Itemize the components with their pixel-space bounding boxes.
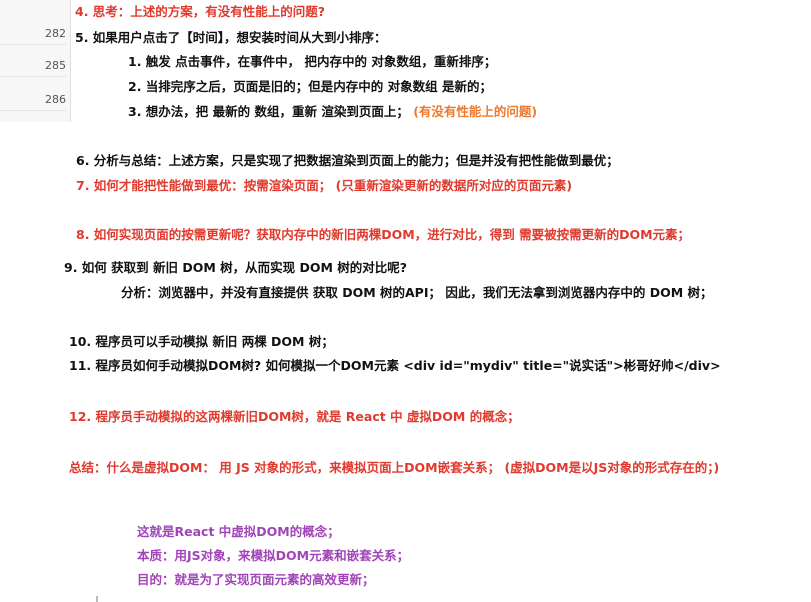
- note-line-11: 11. 程序员如何手动模拟DOM树? 如何模拟一个DOM元素 <div id="…: [69, 358, 721, 373]
- performance-question-highlight: (有没有性能上的问题): [413, 104, 538, 119]
- note-line-10: 10. 程序员可以手动模拟 新旧 两棵 DOM 树；: [69, 334, 334, 349]
- conclusion-line-3: 目的：就是为了实现页面元素的高效更新；: [137, 572, 375, 587]
- line-number: 282: [0, 24, 66, 45]
- line-number: 285: [0, 56, 66, 77]
- summary-line: 总结：什么是虚拟DOM： 用 JS 对象的形式，来模拟页面上DOM嵌套关系； (…: [69, 460, 720, 475]
- conclusion-line-1: 这就是React 中虚拟DOM的概念；: [137, 524, 340, 539]
- note-line-8: 8. 如何实现页面的按需更新呢？获取内存中的新旧两棵DOM，进行对比，得到 需要…: [76, 227, 691, 242]
- note-line-7: 7. 如何才能把性能做到最优：按需渲染页面； (只重新渲染更新的数据所对应的页面…: [76, 178, 573, 193]
- conclusion-line-2: 本质：用JS对象，来模拟DOM元素和嵌套关系；: [137, 548, 410, 563]
- note-line-5: 5. 如果用户点击了【时间】，想安装时间从大到小排序：: [75, 30, 387, 45]
- note-line-5-3: 3. 想办法，把 最新的 数组，重新 渲染到页面上； (有没有性能上的问题): [128, 103, 537, 121]
- note-line-5-3-text: 3. 想办法，把 最新的 数组，重新 渲染到页面上；: [128, 104, 409, 119]
- line-number: 286: [0, 90, 66, 111]
- note-line-12: 12. 程序员手动模拟的这两棵新旧DOM树，就是 React 中 虚拟DOM 的…: [69, 409, 520, 424]
- note-line-5-1: 1. 触发 点击事件，在事件中， 把内存中的 对象数组，重新排序；: [128, 54, 497, 69]
- note-line-5-2: 2. 当排完序之后，页面是旧的；但是内存中的 对象数组 是新的；: [128, 79, 493, 94]
- line-number-gutter: 282 285 286: [0, 0, 71, 122]
- note-line-6: 6. 分析与总结：上述方案，只是实现了把数据渲染到页面上的能力；但是并没有把性能…: [76, 153, 619, 168]
- note-line-4: 4. 思考：上述的方案，有没有性能上的问题?: [75, 4, 326, 19]
- note-line-9: 9. 如何 获取到 新旧 DOM 树，从而实现 DOM 树的对比呢?: [64, 260, 408, 275]
- scroll-indicator: [96, 596, 98, 602]
- note-line-9-analysis: 分析：浏览器中，并没有直接提供 获取 DOM 树的API； 因此，我们无法拿到浏…: [121, 285, 713, 300]
